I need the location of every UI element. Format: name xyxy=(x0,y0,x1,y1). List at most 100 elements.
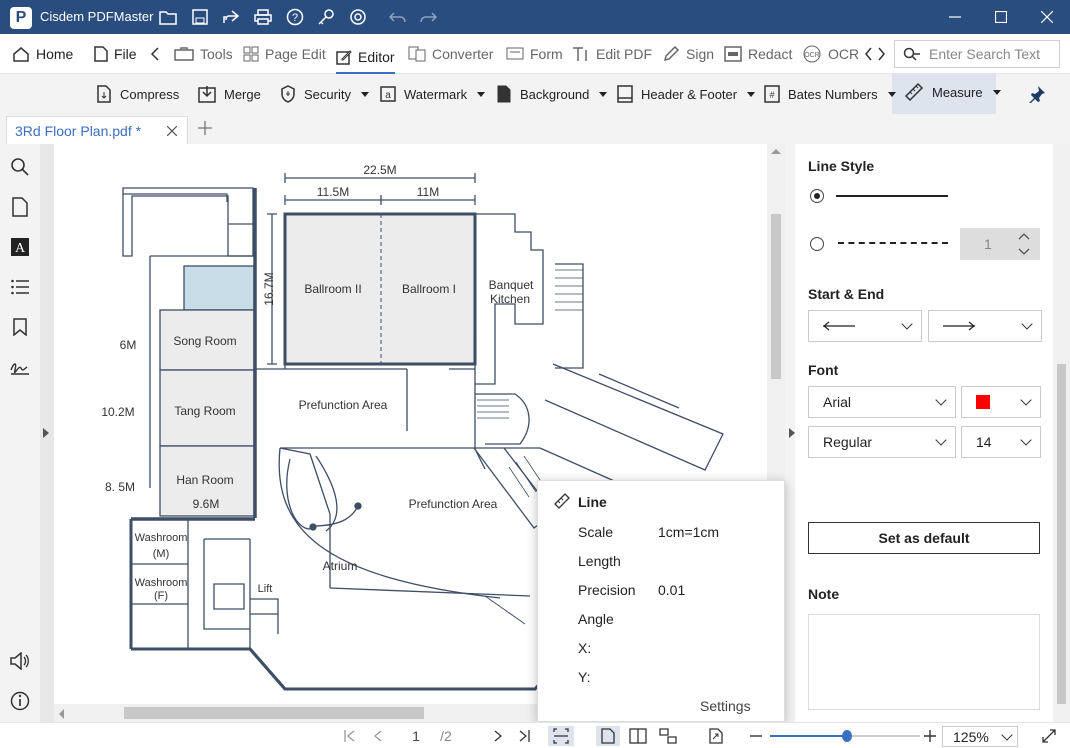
print-icon[interactable] xyxy=(251,5,275,29)
dashed-line-radio[interactable] xyxy=(810,237,824,251)
zoom-level-select[interactable]: 125% xyxy=(942,726,1018,747)
menu-scroll-arrows[interactable] xyxy=(864,42,886,66)
fullscreen-button[interactable] xyxy=(1040,726,1058,746)
bates-numbers-button[interactable]: # Bates Numbers xyxy=(764,82,896,106)
redo-icon[interactable] xyxy=(416,5,440,29)
room-kitchen: Kitchen xyxy=(490,292,530,306)
sidebar-outline[interactable] xyxy=(8,275,32,299)
first-page-button[interactable] xyxy=(342,726,358,746)
home-icon xyxy=(13,47,29,62)
tab-document[interactable]: 3Rd Floor Plan.pdf * xyxy=(6,116,188,144)
color-swatch xyxy=(976,395,990,409)
menu-converter[interactable]: Converter xyxy=(408,42,493,66)
horizontal-scroll-thumb[interactable] xyxy=(124,707,424,719)
right-scroll-thumb[interactable] xyxy=(1057,364,1066,704)
maximize-button[interactable] xyxy=(978,0,1024,34)
popup-settings-link[interactable]: Settings xyxy=(700,698,751,714)
menu-redact[interactable]: Redact xyxy=(724,42,792,66)
header-footer-button[interactable]: Header & Footer xyxy=(617,82,756,106)
measure-button[interactable]: Measure xyxy=(904,80,1001,104)
pen-icon xyxy=(663,46,680,62)
zoom-slider[interactable] xyxy=(770,730,920,742)
font-color-select[interactable] xyxy=(961,386,1041,418)
menu-scroll-left[interactable] xyxy=(150,42,160,66)
export-page-icon xyxy=(709,728,723,744)
font-family-select[interactable]: Arial xyxy=(808,386,956,418)
chevron-down-icon xyxy=(1020,394,1032,406)
popup-row-label: X: xyxy=(578,640,592,656)
start-arrow-select[interactable] xyxy=(808,310,922,342)
open-folder-icon[interactable] xyxy=(156,5,180,29)
sidebar-pages[interactable] xyxy=(8,195,32,219)
prev-page-button[interactable] xyxy=(370,726,386,746)
list-icon xyxy=(11,279,29,295)
dim-room-width: 9.6M xyxy=(193,497,220,511)
font-size-select[interactable]: 14 xyxy=(961,426,1041,458)
zoom-out-button[interactable] xyxy=(748,726,764,746)
chevron-left-icon xyxy=(373,730,382,742)
set-default-button[interactable]: Set as default xyxy=(808,522,1040,554)
zoom-slider-handle[interactable] xyxy=(842,730,852,742)
popup-row-label: Y: xyxy=(578,669,591,685)
expand-left-panel[interactable] xyxy=(42,427,50,439)
page-number-input[interactable]: 1 xyxy=(406,726,426,746)
zoom-in-button[interactable] xyxy=(922,726,938,746)
key-icon[interactable] xyxy=(314,5,338,29)
background-button[interactable]: Background xyxy=(496,82,608,106)
single-page-button[interactable] xyxy=(596,726,620,746)
menu-sign[interactable]: Sign xyxy=(662,42,714,66)
next-page-button[interactable] xyxy=(490,726,506,746)
room-prefunction-2: Prefunction Area xyxy=(409,497,498,511)
scroll-left-icon[interactable] xyxy=(58,709,64,719)
room-banquet: Banquet xyxy=(489,278,534,292)
menu-edit-pdf[interactable]: Edit PDF xyxy=(572,42,652,66)
menu-ocr[interactable]: OCR OCR xyxy=(802,42,859,66)
two-page-button[interactable] xyxy=(626,726,650,746)
sidebar-audio[interactable] xyxy=(8,649,32,673)
stepper-arrows-icon[interactable] xyxy=(1018,233,1030,255)
help-icon[interactable]: ? xyxy=(283,5,307,29)
sidebar-search[interactable] xyxy=(8,155,32,179)
last-page-button[interactable] xyxy=(516,726,532,746)
sidebar-signature[interactable] xyxy=(8,355,32,379)
security-button[interactable]: Security xyxy=(280,82,369,106)
line-width-stepper[interactable]: 1 xyxy=(960,228,1040,260)
sidebar-info[interactable] xyxy=(8,689,32,713)
watermark-button[interactable]: a Watermark xyxy=(380,82,486,106)
menu-page-edit[interactable]: Page Edit xyxy=(243,42,326,66)
fit-page-button[interactable] xyxy=(548,726,574,746)
background-icon xyxy=(497,85,511,103)
solid-line-sample xyxy=(836,195,948,197)
settings-icon[interactable] xyxy=(346,5,370,29)
menu-file[interactable]: File xyxy=(94,42,137,66)
merge-button[interactable]: Merge xyxy=(198,82,261,106)
new-tab-button[interactable] xyxy=(198,121,212,135)
save-icon[interactable] xyxy=(188,5,212,29)
compress-button[interactable]: Compress xyxy=(96,82,179,106)
note-textarea[interactable] xyxy=(808,614,1040,710)
close-window-button[interactable] xyxy=(1024,0,1070,34)
pin-toolbar-button[interactable] xyxy=(1028,82,1046,106)
menu-editor[interactable]: Editor xyxy=(336,42,395,74)
right-panel-scrollbar[interactable] xyxy=(1053,144,1070,722)
menu-home[interactable]: Home xyxy=(12,42,73,66)
scroll-mode-button[interactable] xyxy=(656,726,680,746)
bookmark-icon xyxy=(13,318,27,336)
vertical-scroll-thumb[interactable] xyxy=(771,214,781,379)
sidebar-text[interactable]: A xyxy=(8,235,32,259)
minimize-button[interactable] xyxy=(932,0,978,34)
share-icon[interactable] xyxy=(219,5,243,29)
sidebar-bookmarks[interactable] xyxy=(8,315,32,339)
scroll-up-icon[interactable] xyxy=(771,148,781,154)
undo-icon[interactable] xyxy=(386,5,410,29)
room-song: Song Room xyxy=(173,334,236,348)
solid-line-radio[interactable] xyxy=(810,189,824,203)
font-style-select[interactable]: Regular xyxy=(808,426,956,458)
menu-form[interactable]: Form xyxy=(506,42,563,66)
end-arrow-select[interactable] xyxy=(928,310,1042,342)
two-page-icon xyxy=(629,728,647,744)
export-button[interactable] xyxy=(704,726,728,746)
menu-tools[interactable]: Tools xyxy=(174,42,233,66)
search-input[interactable]: Enter Search Text xyxy=(894,40,1060,68)
close-tab-icon[interactable] xyxy=(167,126,177,136)
